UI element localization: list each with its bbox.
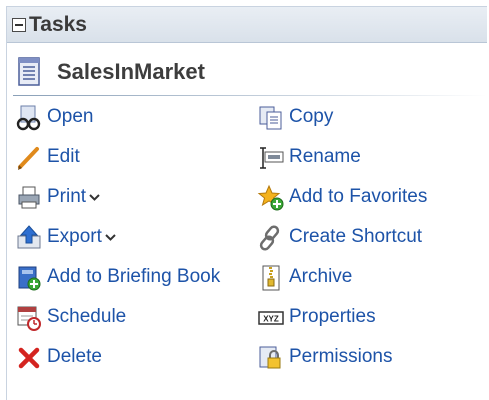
add-to-favorites-label: Add to Favorites [289,186,428,207]
document-title: SalesInMarket [57,59,205,84]
create-shortcut-label: Create Shortcut [289,226,423,247]
tasks-title: Tasks [29,13,87,36]
export-label: Export [47,226,116,248]
export-text: Export [47,226,102,247]
shortcut-chain-icon [259,225,280,251]
document-icon [18,57,40,86]
add-to-briefing-book-label: Add to Briefing Book [47,266,221,287]
collapse-icon[interactable] [12,18,26,32]
rename-label: Rename [289,146,361,167]
pencil-icon [18,147,39,170]
permissions-label: Permissions [289,346,393,367]
rename-icon [260,147,284,169]
properties-label: Properties [289,306,376,327]
edit-label: Edit [47,146,80,167]
copy-label: Copy [289,106,334,127]
print-label: Print [47,186,100,208]
printer-icon [18,186,40,209]
open-glasses-icon [16,105,41,131]
favorites-star-icon [257,184,284,211]
delete-x-icon [18,347,40,369]
tasks-header[interactable]: Tasks [7,7,487,43]
delete-label: Delete [47,346,102,367]
archive-zip-icon [262,265,280,291]
chevron-down-icon[interactable] [105,232,116,242]
export-arrow-icon [17,225,41,249]
tasks-panel: Tasks SalesInMarket Open Edit Print Expo… [6,6,487,400]
chevron-down-icon[interactable] [89,192,100,202]
schedule-label: Schedule [47,306,127,327]
archive-label: Archive [289,266,353,287]
permissions-lock-icon [259,346,281,369]
print-text: Print [47,186,87,207]
divider [13,95,487,96]
properties-xyz-icon: XYZ [258,311,284,325]
schedule-clock-icon [17,306,41,331]
open-label: Open [47,106,94,127]
briefing-book-icon [18,266,41,291]
copy-icon [259,106,282,130]
svg-text:XYZ: XYZ [263,315,279,324]
